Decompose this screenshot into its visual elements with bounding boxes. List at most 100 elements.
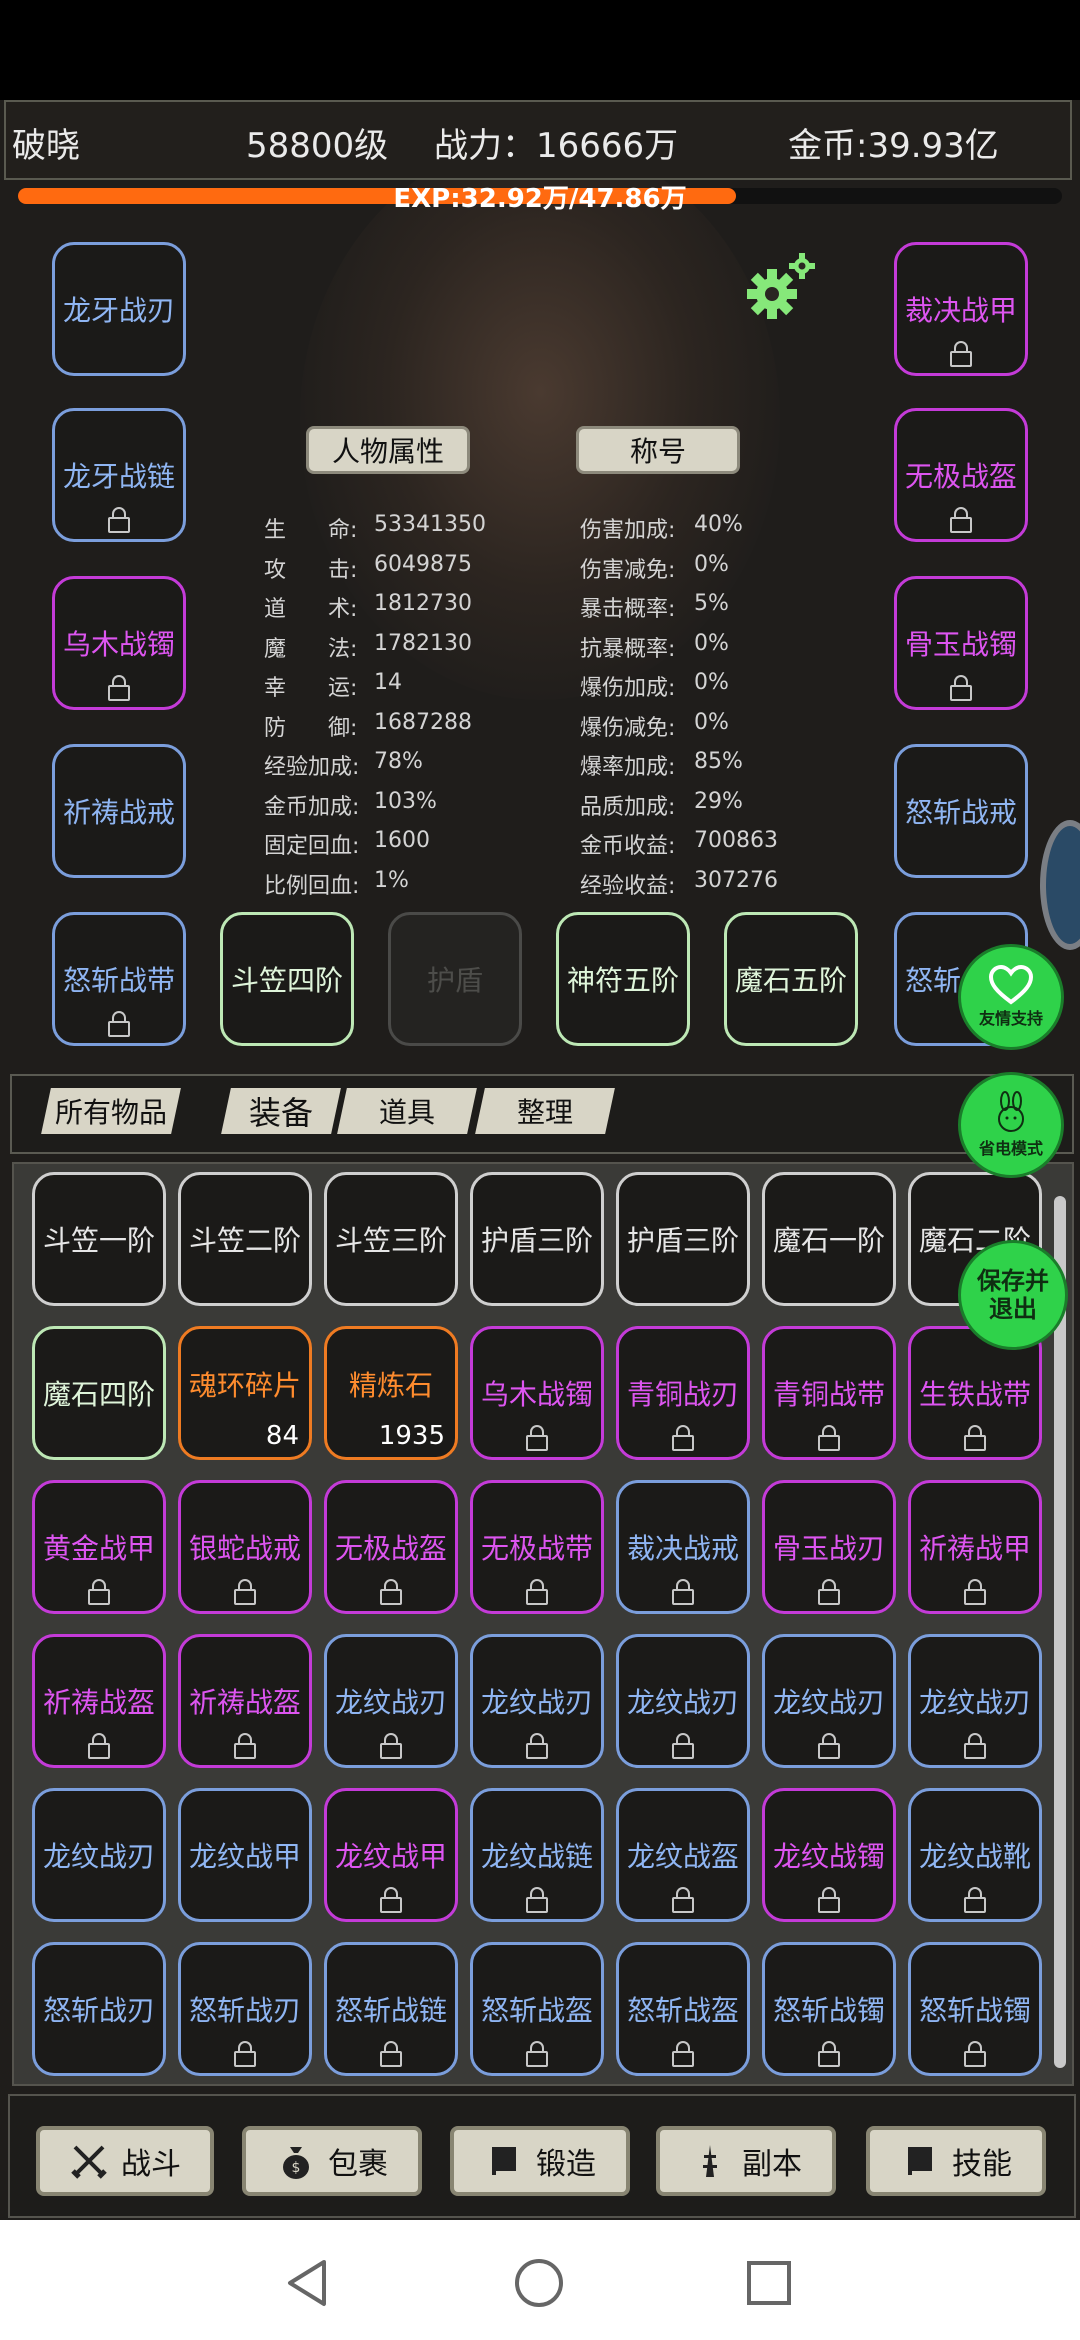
inventory-item[interactable]: 魂环碎片 84 [178,1326,312,1460]
inventory-item[interactable]: 裁决战戒 [616,1480,750,1614]
inventory-item[interactable]: 怒斩战镯 [762,1942,896,2076]
settings-gear-icon[interactable] [740,248,820,328]
equipment-slot[interactable]: 怒斩战戒 [894,744,1028,878]
back-icon[interactable] [284,2258,330,2308]
equipment-slot[interactable]: 裁决战甲 [894,242,1028,376]
inventory-item[interactable]: 魔石四阶 [32,1326,166,1460]
inventory-item[interactable]: 怒斩战链 [324,1942,458,2076]
equipment-slot[interactable]: 祈祷战戒 [52,744,186,878]
inventory-item[interactable]: 斗笠二阶 [178,1172,312,1306]
heart-icon [988,965,1034,1005]
inventory-item[interactable]: 怒斩战盔 [470,1942,604,2076]
equipment-slot[interactable]: 魔石五阶 [724,912,858,1046]
inventory-item[interactable]: 斗笠一阶 [32,1172,166,1306]
lock-icon [672,1887,694,1913]
power-save-button[interactable]: 省电模式 [958,1072,1064,1178]
dungeon-button[interactable]: 副本 [656,2126,836,2196]
character-attributes-button[interactable]: 人物属性 [306,426,470,474]
inventory-item[interactable]: 乌木战镯 [470,1326,604,1460]
equipment-slot[interactable]: 龙牙战链 [52,408,186,542]
bag-button[interactable]: $ 包裹 [242,2126,422,2196]
item-label: 银蛇战戒 [188,1532,301,1565]
stat-value: 307276 [694,867,778,893]
inventory-item[interactable]: 龙纹战刃 [616,1634,750,1768]
equipment-slot[interactable]: 乌木战镯 [52,576,186,710]
inventory-item[interactable]: 精炼石 1935 [324,1326,458,1460]
equipment-slot[interactable]: 骨玉战镯 [894,576,1028,710]
inventory-item[interactable]: 龙纹战镯 [762,1788,896,1922]
equipment-slot[interactable]: 斗笠四阶 [220,912,354,1046]
lock-icon [672,1425,694,1451]
stat-label: 伤害加成: [580,518,676,543]
lock-icon [526,1733,548,1759]
skills-button[interactable]: 技能 [866,2126,1046,2196]
stat-value: 0% [694,551,729,577]
stat-value: 1600 [374,828,430,853]
stat-value: 1782130 [374,630,472,656]
tab-all-items[interactable]: 所有物品 [41,1088,181,1134]
tab-equipment[interactable]: 装备 [221,1088,341,1134]
lock-icon [526,1887,548,1913]
save-exit-button[interactable]: 保存并退出 [958,1240,1068,1350]
item-count: 1935 [378,1421,445,1451]
stat-label: 比例回血: [264,873,360,899]
equipment-slot[interactable]: 神符五阶 [556,912,690,1046]
stat-label: 品质加成: [580,794,676,820]
inventory-item[interactable]: 龙纹战刃 [762,1634,896,1768]
equipment-slot[interactable]: 怒斩战带 [52,912,186,1046]
inventory-item[interactable]: 青铜战带 [762,1326,896,1460]
inventory-item[interactable]: 龙纹战靴 [908,1788,1042,1922]
title-button[interactable]: 称号 [576,426,740,474]
inventory-item[interactable]: 怒斩战盔 [616,1942,750,2076]
stat-label: 防 御: [264,715,358,741]
inventory-item[interactable]: 龙纹战刃 [32,1788,166,1922]
inventory-item[interactable]: 无极战盔 [324,1480,458,1614]
inventory-item[interactable]: 龙纹战甲 [178,1788,312,1922]
inventory-item[interactable]: 护盾三阶 [616,1172,750,1306]
support-button[interactable]: 友情支持 [958,944,1064,1050]
home-icon[interactable] [514,2258,564,2308]
item-label: 龙纹战镯 [772,1840,885,1873]
inventory-item[interactable]: 龙纹战刃 [324,1634,458,1768]
inventory-item[interactable]: 黄金战甲 [32,1480,166,1614]
inventory-item[interactable]: 怒斩战镯 [908,1942,1042,2076]
battle-button[interactable]: 战斗 [36,2126,214,2196]
item-label: 龙纹战刃 [626,1686,739,1719]
equipment-slot[interactable]: 无极战盔 [894,408,1028,542]
lock-icon [526,1579,548,1605]
lock-icon [108,675,130,701]
item-count: 84 [265,1421,299,1451]
stat-label: 生 命: [264,518,358,543]
inventory-item[interactable]: 护盾三阶 [470,1172,604,1306]
inventory-item[interactable]: 怒斩战刃 [178,1942,312,2076]
stat-label: 暴击概率: [580,597,676,622]
inventory-item[interactable]: 祈祷战盔 [32,1634,166,1768]
inventory-item[interactable]: 青铜战刃 [616,1326,750,1460]
stat-value: 78% [374,749,423,774]
lock-icon [964,1887,986,1913]
forge-button[interactable]: 锻造 [450,2126,630,2196]
sort-button[interactable]: 整理 [475,1088,615,1134]
inventory-item[interactable]: 龙纹战刃 [470,1634,604,1768]
stat-value: 29% [694,788,743,814]
inventory-item[interactable]: 龙纹战甲 [324,1788,458,1922]
equipment-slot[interactable]: 护盾 [388,912,522,1046]
inventory-item[interactable]: 祈祷战甲 [908,1480,1042,1614]
equipment-slot[interactable]: 龙牙战刃 [52,242,186,376]
tower-icon [703,2145,717,2177]
inventory-item[interactable]: 祈祷战盔 [178,1634,312,1768]
inventory-item[interactable]: 无极战带 [470,1480,604,1614]
stat-label: 固定回血: [264,834,360,859]
inventory-item[interactable]: 斗笠三阶 [324,1172,458,1306]
inventory-tab-bar: 所有物品 装备 道具 整理 [10,1074,1074,1154]
inventory-item[interactable]: 龙纹战链 [470,1788,604,1922]
inventory-item[interactable]: 银蛇战戒 [178,1480,312,1614]
inventory-item[interactable]: 骨玉战刃 [762,1480,896,1614]
inventory-item[interactable]: 龙纹战刃 [908,1634,1042,1768]
status-bar [0,0,1080,100]
tab-items[interactable]: 道具 [337,1088,477,1134]
recents-icon[interactable] [746,2260,792,2306]
inventory-item[interactable]: 龙纹战盔 [616,1788,750,1922]
inventory-item[interactable]: 魔石一阶 [762,1172,896,1306]
inventory-item[interactable]: 怒斩战刃 [32,1942,166,2076]
